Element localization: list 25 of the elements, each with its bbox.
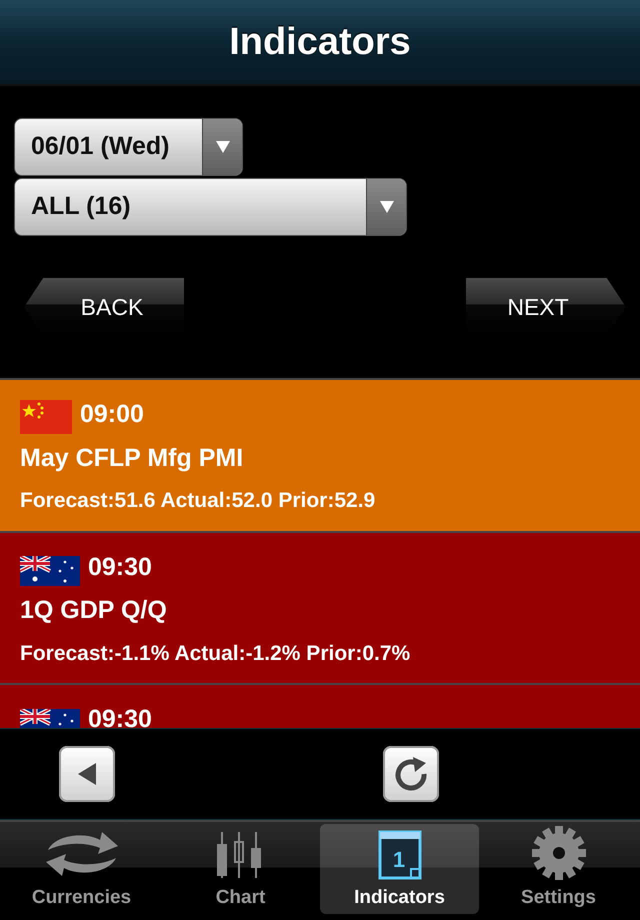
event-values: Forecast:51.6 Actual:52.0 Prior:52.9	[20, 488, 376, 514]
tab[interactable]: Settings	[479, 824, 638, 914]
tab[interactable]: 1 Indicators	[320, 824, 479, 914]
refresh-button[interactable]	[383, 746, 439, 802]
event-name: 1Q GDP Q/Q	[20, 595, 168, 626]
back-arrow-button[interactable]	[59, 746, 115, 802]
event-values: Forecast:-1.1% Actual:-1.2% Prior:0.7%	[20, 640, 412, 666]
star-flag-icon	[20, 400, 72, 434]
date-dropdown[interactable]: 06/01 (Wed)	[14, 118, 243, 176]
union-jack-flag-icon	[20, 556, 80, 586]
indicator-row[interactable]: 09:30	[0, 683, 640, 728]
screen-title: Indicators	[229, 20, 411, 64]
event-time: 09:30	[88, 552, 152, 582]
event-time: 09:30	[88, 704, 152, 728]
dropdown-arrow-icon	[378, 200, 394, 214]
dropdown-arrow-icon	[214, 140, 230, 154]
tab[interactable]: Chart	[161, 824, 320, 914]
calendar-icon: 1	[378, 830, 422, 880]
filter-dropdown[interactable]: ALL (16)	[14, 178, 407, 236]
event-time: 09:00	[80, 399, 144, 430]
settings-icon	[532, 826, 586, 880]
indicator-row[interactable]: 09:30 1Q GDP Q/Q Forecast:-1.1% Actual:-1.2% Prior:0.7%	[0, 530, 640, 683]
event-name: May CFLP Mfg PMI	[20, 442, 244, 474]
tab[interactable]: Currencies	[2, 824, 161, 914]
left-triangle-icon	[76, 761, 98, 787]
